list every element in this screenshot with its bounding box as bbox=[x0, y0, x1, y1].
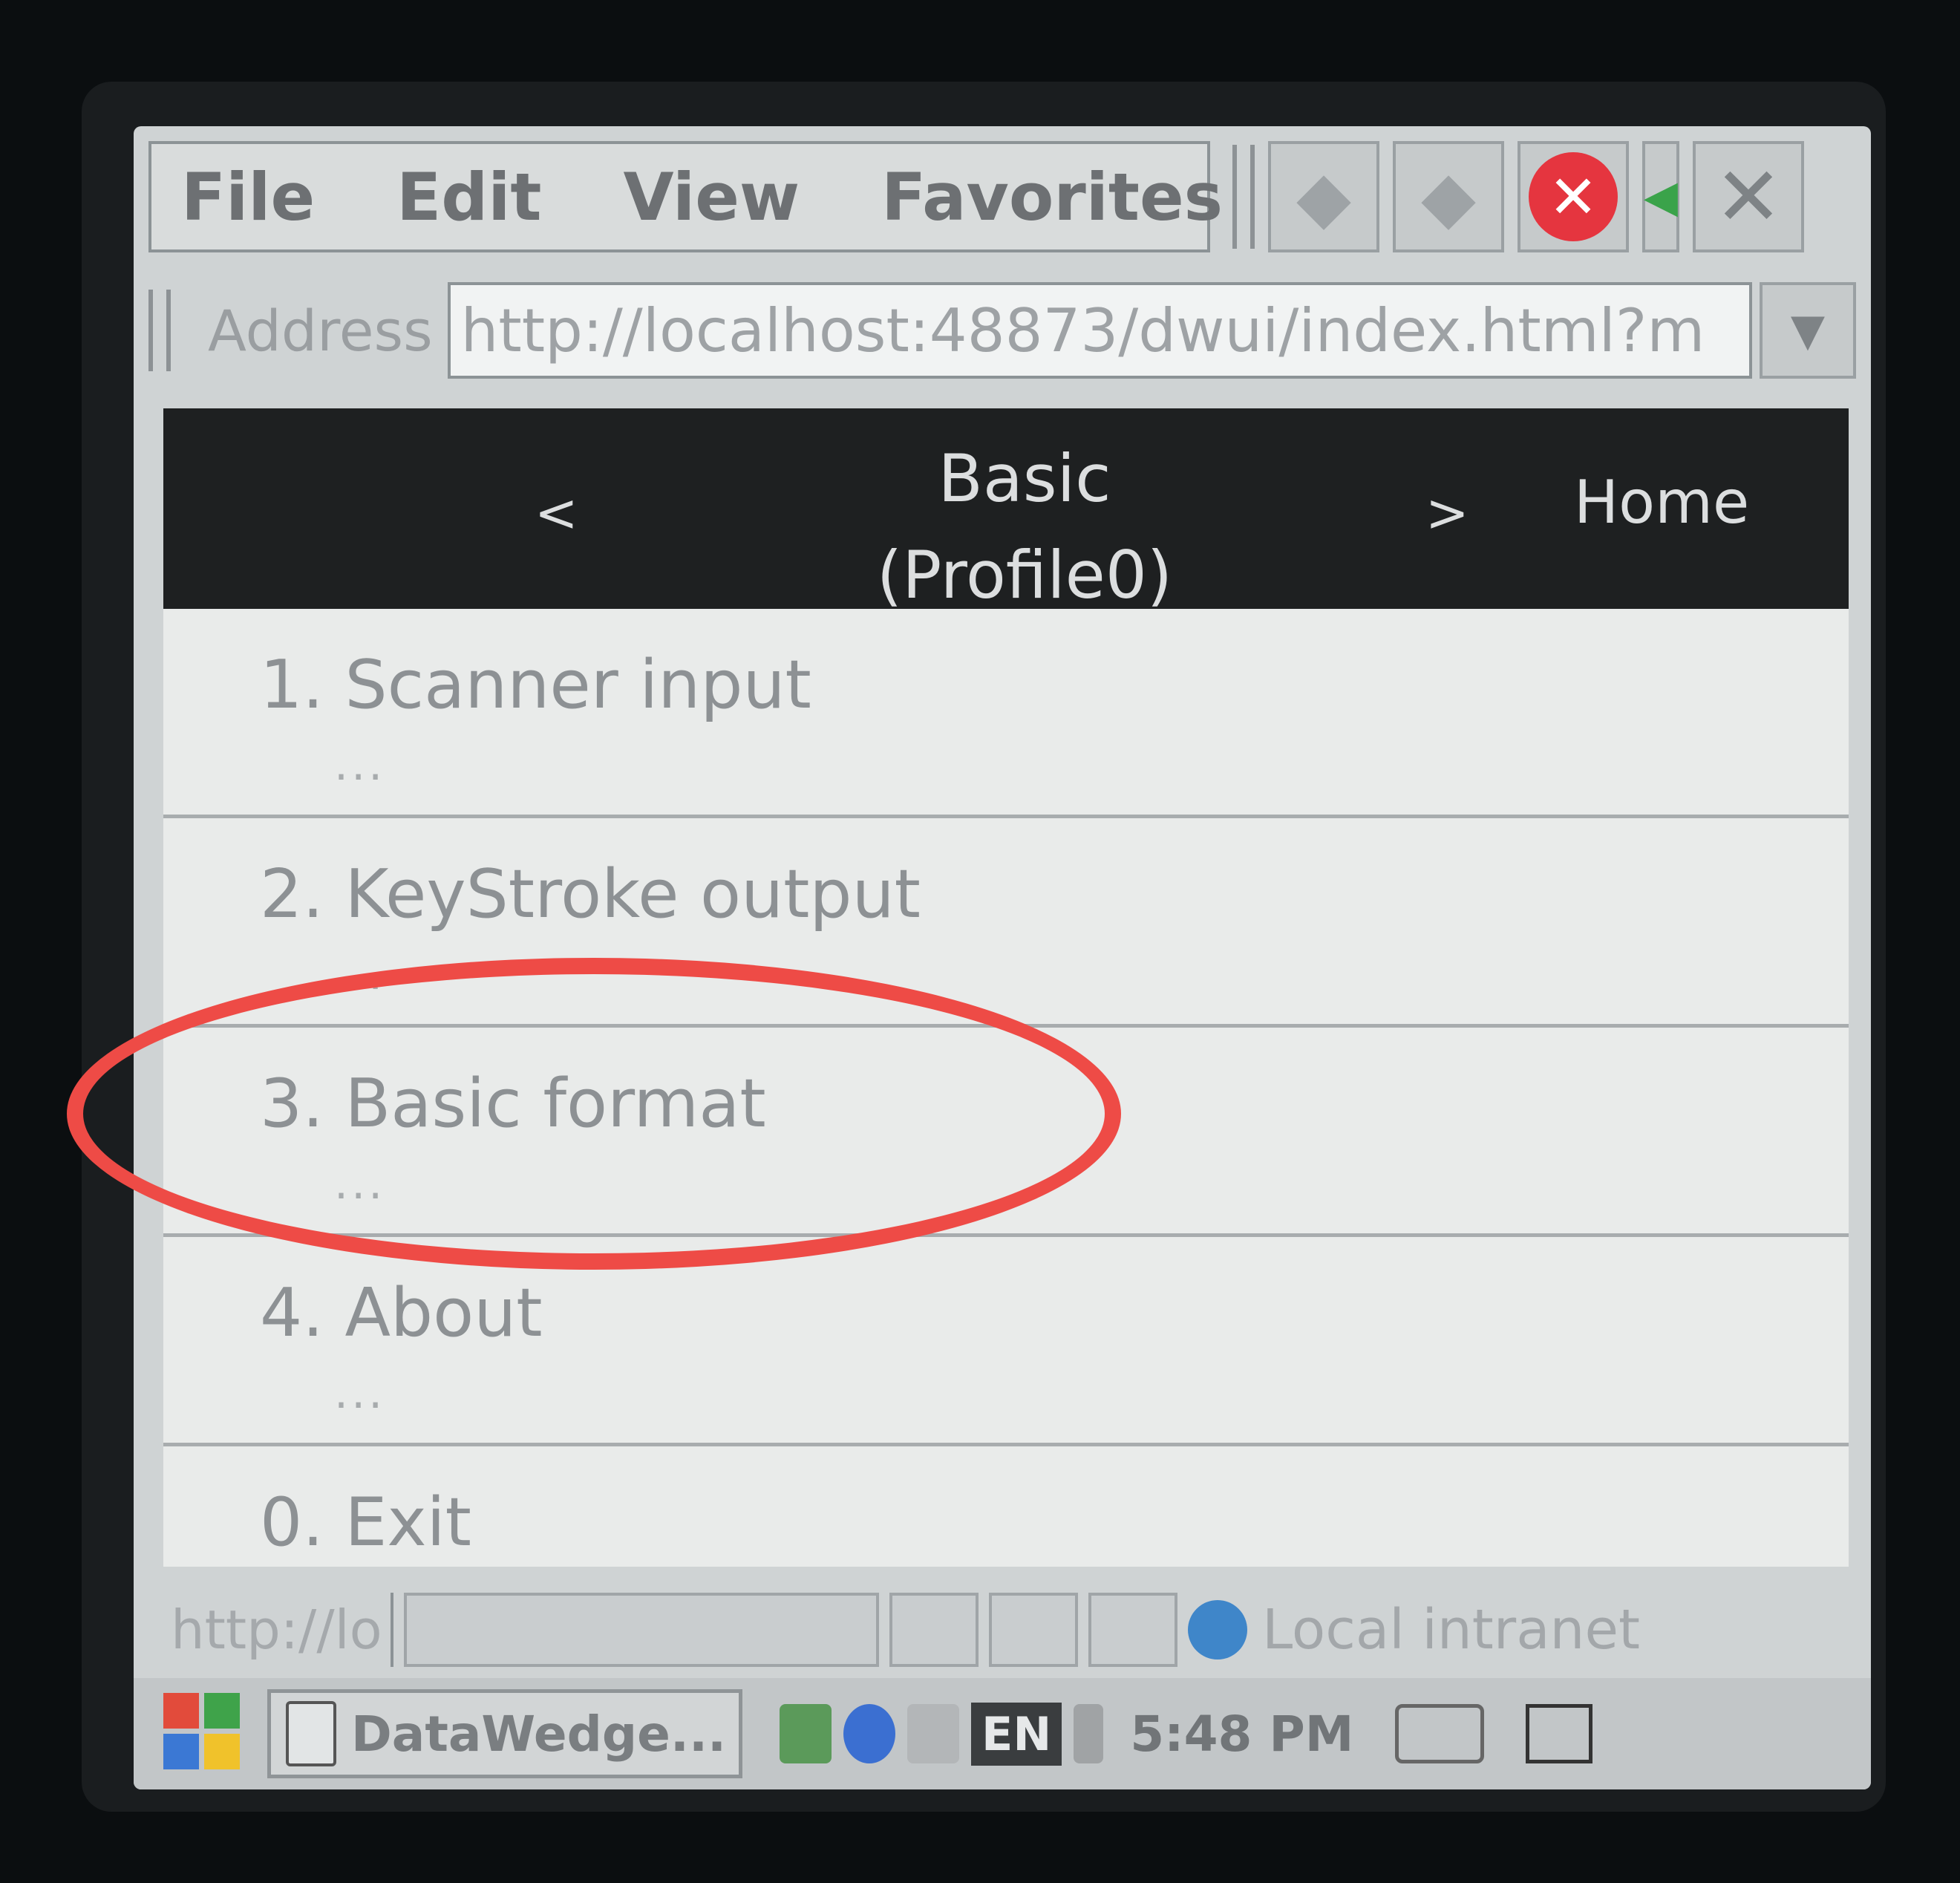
windows-flag-icon-part bbox=[204, 1693, 240, 1729]
language-indicator[interactable]: EN bbox=[971, 1702, 1062, 1766]
forward-button[interactable]: ◆ bbox=[1393, 141, 1504, 252]
menu-view[interactable]: View bbox=[623, 159, 800, 235]
close-button[interactable]: ✕ bbox=[1693, 141, 1804, 252]
prev-link[interactable]: < bbox=[535, 483, 578, 544]
network-icon[interactable] bbox=[907, 1704, 959, 1763]
task-button-label: DataWedge... bbox=[351, 1705, 727, 1763]
windows-flag-icon bbox=[163, 1693, 199, 1729]
window-switcher-icon[interactable] bbox=[1526, 1704, 1593, 1763]
status-cell bbox=[1088, 1593, 1177, 1667]
menu-favorites[interactable]: Favorites bbox=[881, 159, 1223, 235]
page-header: < Basic (Profile0) > Home bbox=[163, 408, 1849, 613]
toolbar-grip[interactable] bbox=[1232, 145, 1255, 249]
status-bar: http://lo Local intranet bbox=[163, 1589, 1849, 1671]
battery-icon[interactable] bbox=[1074, 1704, 1104, 1763]
windows-flag-icon-part bbox=[163, 1734, 199, 1769]
refresh-icon: ◀ bbox=[1643, 171, 1679, 223]
next-link[interactable]: > bbox=[1425, 483, 1469, 544]
status-cell bbox=[889, 1593, 979, 1667]
start-button[interactable] bbox=[163, 1693, 252, 1775]
taskbar: DataWedge... EN 5:48 PM bbox=[134, 1678, 1871, 1789]
refresh-button[interactable]: ◀ bbox=[1642, 141, 1679, 252]
menu-bar: File Edit View Favorites bbox=[148, 141, 1223, 252]
address-input[interactable]: http://localhost:48873/dwui/index.html?m bbox=[447, 282, 1752, 379]
stop-icon: ✕ bbox=[1529, 152, 1618, 241]
list-item-label: 0. Exit bbox=[260, 1484, 471, 1561]
security-zone: Local intranet bbox=[1188, 1593, 1849, 1667]
device-screen: File Edit View Favorites ◆ ◆ ✕ ◀ ✕ Addre… bbox=[134, 126, 1871, 1789]
close-icon: ✕ bbox=[1714, 149, 1783, 244]
page-title-line1: Basic bbox=[938, 440, 1111, 517]
list-item-label: 2. KeyStroke output bbox=[260, 855, 921, 933]
back-arrow-icon: ◆ bbox=[1296, 155, 1351, 238]
signal-bars-icon[interactable] bbox=[780, 1704, 832, 1763]
list-item-about[interactable]: 4. About ... bbox=[163, 1237, 1849, 1446]
list-item-label: 1. Scanner input bbox=[260, 646, 811, 724]
address-dropdown-button[interactable]: ▼ bbox=[1760, 282, 1856, 379]
windows-flag-icon-part bbox=[204, 1734, 240, 1769]
datawedge-icon[interactable] bbox=[843, 1704, 895, 1763]
stop-button[interactable]: ✕ bbox=[1518, 141, 1629, 252]
list-item-label: 4. About bbox=[260, 1274, 543, 1352]
list-item-sub: ... bbox=[334, 1367, 386, 1419]
address-label: Address bbox=[208, 297, 433, 364]
status-progress-cell bbox=[404, 1593, 879, 1667]
forward-arrow-icon: ◆ bbox=[1421, 155, 1476, 238]
address-bar: Address http://localhost:48873/dwui/inde… bbox=[148, 275, 1856, 386]
page-title: Basic (Profile0) bbox=[817, 431, 1232, 624]
status-cell bbox=[989, 1593, 1078, 1667]
network-globe-icon bbox=[1188, 1600, 1247, 1660]
chevron-down-icon: ▼ bbox=[1790, 304, 1826, 356]
menu-edit[interactable]: Edit bbox=[396, 159, 541, 235]
address-grip[interactable] bbox=[148, 290, 171, 371]
task-button-datawedge[interactable]: DataWedge... bbox=[267, 1689, 742, 1778]
zone-label: Local intranet bbox=[1262, 1598, 1641, 1662]
home-link[interactable]: Home bbox=[1574, 468, 1749, 537]
menu-file[interactable]: File bbox=[181, 159, 315, 235]
list-item-sub: ... bbox=[334, 739, 386, 791]
keyboard-icon[interactable] bbox=[1395, 1704, 1485, 1763]
clock: 5:48 PM bbox=[1130, 1705, 1354, 1763]
system-tray: EN 5:48 PM bbox=[780, 1702, 1593, 1766]
list-item-scanner-input[interactable]: 1. Scanner input ... bbox=[163, 609, 1849, 818]
status-url: http://lo bbox=[163, 1593, 393, 1667]
document-icon bbox=[286, 1701, 336, 1766]
highlight-annotation bbox=[67, 958, 1121, 1270]
browser-toolbar: ◆ ◆ ✕ ◀ ✕ bbox=[1232, 141, 1856, 252]
back-button[interactable]: ◆ bbox=[1268, 141, 1379, 252]
